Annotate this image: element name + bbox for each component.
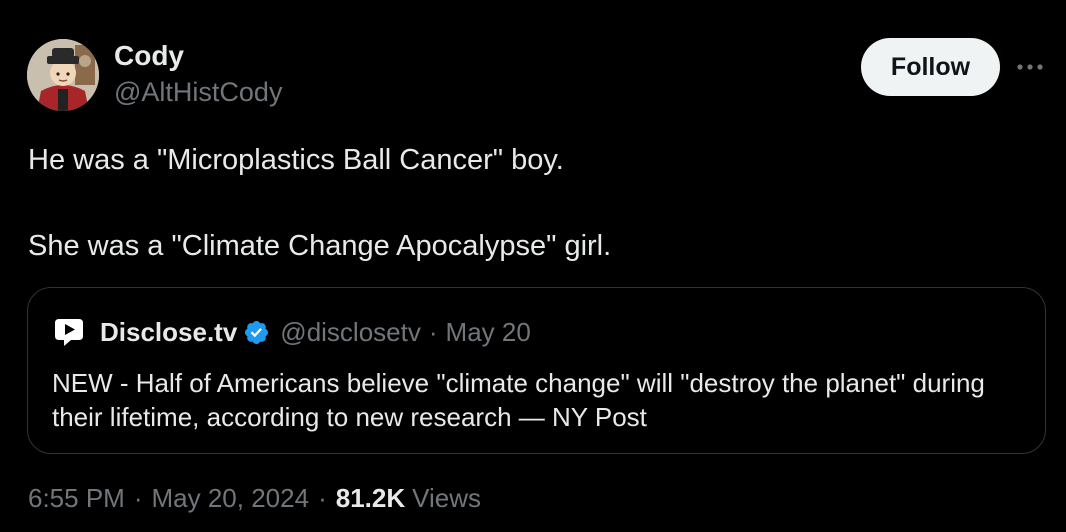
author-avatar[interactable] (27, 39, 99, 111)
separator-dot: · (133, 483, 143, 513)
avatar-illustration (27, 39, 99, 111)
author-handle[interactable]: @AltHistCody (114, 75, 282, 109)
tweet-text: He was a "Microplastics Ball Cancer" boy… (28, 138, 1028, 268)
views-label: Views (412, 483, 482, 513)
tweet-time[interactable]: 6:55 PM (28, 483, 125, 514)
tweet-meta: 6:55 PM · May 20, 2024 · 81.2K Views (28, 483, 481, 514)
quoted-tweet-header: Disclose.tv @disclosetv · May 20 (52, 315, 531, 349)
separator-dot: · (428, 316, 438, 347)
more-horizontal-icon (1017, 64, 1043, 70)
more-options-button[interactable] (1012, 54, 1048, 80)
tweet: Cody @AltHistCody Follow He was a "Micro… (0, 0, 1066, 532)
tweet-text-line: She was a "Climate Change Apocalypse" gi… (28, 230, 612, 262)
verified-badge-icon (245, 320, 269, 344)
quoted-tweet-card[interactable]: Disclose.tv @disclosetv · May 20 NEW - H… (27, 287, 1046, 454)
quoted-tweet-text: NEW - Half of Americans believe "climate… (52, 368, 985, 432)
tweet-text-line: He was a "Microplastics Ball Cancer" boy… (28, 144, 564, 176)
author-name[interactable]: Cody (114, 39, 184, 73)
quoted-tweet-date[interactable]: May 20 (446, 317, 531, 348)
separator-dot: · (318, 483, 327, 513)
follow-button[interactable]: Follow (861, 38, 1000, 96)
disclose-logo-icon[interactable] (52, 315, 86, 349)
quoted-author-name[interactable]: Disclose.tv (100, 317, 237, 348)
quoted-author-handle[interactable]: @disclosetv (280, 317, 421, 348)
views-count: 81.2K (335, 483, 406, 513)
tweet-date[interactable]: May 20, 2024 (152, 483, 310, 514)
